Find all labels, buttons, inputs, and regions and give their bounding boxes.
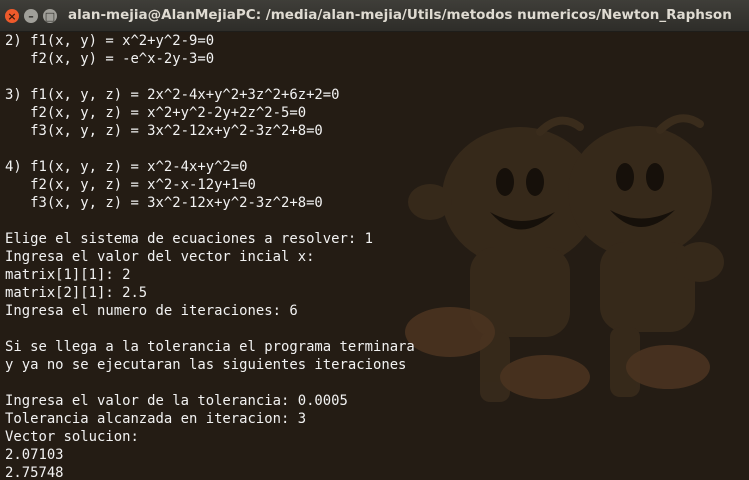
terminal-line: 2.07103: [5, 447, 64, 463]
terminal-line: f2(x, y, z) = x^2-x-12y+1=0: [5, 177, 256, 193]
terminal-line: 3) f1(x, y, z) = 2x^2-4x+y^2+3z^2+6z+2=0: [5, 87, 340, 103]
maximize-window-button[interactable]: □: [43, 9, 57, 23]
close-window-button[interactable]: ×: [5, 9, 19, 23]
terminal-line: y ya no se ejecutaran las siguientes ite…: [5, 357, 407, 373]
terminal-line: 2) f1(x, y) = x^2+y^2-9=0: [5, 33, 215, 49]
terminal-area[interactable]: 2) f1(x, y) = x^2+y^2-9=0 f2(x, y) = -e^…: [0, 32, 749, 480]
window-titlebar[interactable]: × – □ alan-mejia@AlanMejiaPC: /media/ala…: [0, 0, 749, 32]
terminal-line: f3(x, y, z) = 3x^2-12x+y^2-3z^2+8=0: [5, 195, 323, 211]
minimize-window-button[interactable]: –: [24, 9, 38, 23]
terminal-line: Ingresa el numero de iteraciones: 6: [5, 303, 298, 319]
window-title: alan-mejia@AlanMejiaPC: /media/alan-meji…: [68, 7, 732, 23]
terminal-line: Vector solucion:: [5, 429, 139, 445]
terminal-line: matrix[2][1]: 2.5: [5, 285, 148, 301]
terminal-line: Elige el sistema de ecuaciones a resolve…: [5, 231, 373, 247]
terminal-line: matrix[1][1]: 2: [5, 267, 131, 283]
terminal-line: 4) f1(x, y, z) = x^2-4x+y^2=0: [5, 159, 248, 175]
terminal-line: Ingresa el valor de la tolerancia: 0.000…: [5, 393, 348, 409]
terminal-line: Ingresa el valor del vector incial x:: [5, 249, 315, 265]
terminal-line: f3(x, y, z) = 3x^2-12x+y^2-3z^2+8=0: [5, 123, 323, 139]
terminal-line: f2(x, y) = -e^x-2y-3=0: [5, 51, 215, 67]
terminal-line: Tolerancia alcanzada en iteracion: 3: [5, 411, 307, 427]
terminal-line: f2(x, y, z) = x^2+y^2-2y+2z^2-5=0: [5, 105, 307, 121]
terminal-line: Si se llega a la tolerancia el programa …: [5, 339, 415, 355]
terminal-line: 2.75748: [5, 465, 64, 480]
terminal-output: 2) f1(x, y) = x^2+y^2-9=0 f2(x, y) = -e^…: [5, 32, 415, 480]
